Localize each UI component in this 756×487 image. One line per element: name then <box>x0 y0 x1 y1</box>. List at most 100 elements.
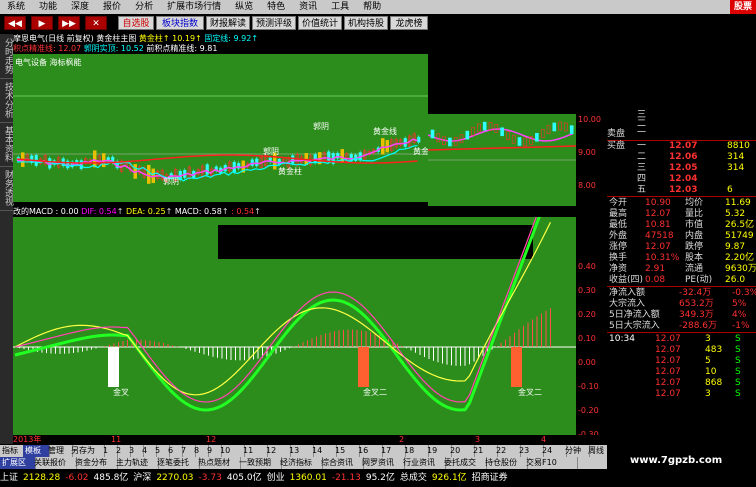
stat-label: 最高 <box>609 209 628 219</box>
macd-dif-value: DIF: 0.54 <box>81 207 117 216</box>
stat-label: 跌停 <box>685 242 704 252</box>
macd-axis: 0.400.300.200.100.00-0.10-0.20-0.30 <box>576 217 607 439</box>
menu-item-10[interactable]: 帮助 <box>356 0 388 14</box>
date-tick: 12 <box>206 435 217 444</box>
extension-tab-12[interactable]: 持仓股份 <box>483 457 528 469</box>
menu-item-1[interactable]: 功能 <box>32 0 64 14</box>
stat-label: 量比 <box>685 209 704 219</box>
nav-button-2[interactable]: ▶▶ <box>58 16 80 30</box>
menu-item-7[interactable]: 特色 <box>260 0 292 14</box>
extension-tab-3[interactable]: 主力轨迹 <box>114 457 159 469</box>
flow-row: 5日净流入额 349.3万 4% <box>607 310 756 321</box>
buy-level-row: 五 12.03 6 <box>607 185 756 196</box>
extension-tab-6[interactable]: 一致预期 <box>237 457 282 469</box>
macd-highlight-bar <box>358 347 369 387</box>
left-tab-3[interactable]: 财务透视 <box>0 166 13 211</box>
main-price-chart[interactable]: 电气设备 海标枫能郭阴郭阴郭阴黄金柱黄金柱黄金线 <box>13 34 437 202</box>
extension-tab-4[interactable]: 逐笔委托 <box>155 457 200 469</box>
flow-label: 大宗流入 <box>609 299 646 309</box>
chart-annotation-0: 郭阴 <box>263 146 279 156</box>
macd-cross-label-1: 金叉二 <box>363 387 387 397</box>
extension-tab-7[interactable]: 经济指标 <box>278 457 323 469</box>
toolbar: ◀◀ ▶ ▶▶ ✕ 自选股 板块指数 财报解读 预测评级 价值统计 机构持股 龙虎榜 <box>0 14 428 32</box>
macd-cross-label-0: 金叉 <box>113 387 129 397</box>
toolbar-tab-6[interactable]: 龙虎榜 <box>390 16 428 30</box>
left-tab-0[interactable]: 分时走势 <box>0 34 13 79</box>
extension-tab-5[interactable]: 热点题材 <box>196 457 241 469</box>
stat-label: 收益(四) <box>609 275 644 285</box>
tick-row: 10:34 12.07 3 S <box>607 334 756 345</box>
menu-item-4[interactable]: 分析 <box>128 0 160 14</box>
menu-item-6[interactable]: 纵览 <box>228 0 260 14</box>
stat-label: PE(动) <box>685 275 713 285</box>
gold-bar <box>147 164 151 184</box>
stat-value: 12.07 <box>645 209 671 219</box>
toolbar-tab-2[interactable]: 财报解读 <box>206 16 250 30</box>
menu-item-0[interactable]: 系统 <box>0 0 32 14</box>
divider <box>607 196 756 197</box>
tick-price: 12.07 <box>655 367 681 377</box>
extension-tab-10[interactable]: 行业资讯 <box>401 457 446 469</box>
index-amount-0: 485.8亿 <box>93 473 129 483</box>
macd-cross-label-2: 金叉二 <box>518 387 542 397</box>
left-tab-2[interactable]: 基本资料 <box>0 122 13 167</box>
left-tab-1[interactable]: 技术分析 <box>0 78 13 123</box>
tick-row: 12.07 5 S <box>607 356 756 367</box>
date-tick: 2 <box>399 435 405 444</box>
macd-highlight-bar <box>511 347 522 387</box>
index-value-0: 2128.28 <box>23 473 61 483</box>
stat-value: 51749 <box>725 231 754 241</box>
extension-tab-2[interactable]: 资金分布 <box>73 457 118 469</box>
macd-tick: 0.00 <box>578 358 596 367</box>
candle-body <box>255 158 259 167</box>
toolbar-tab-5[interactable]: 机构持股 <box>344 16 388 30</box>
macd-tick: -0.10 <box>578 382 599 391</box>
buy-level-row: 四 12.04 <box>607 174 756 185</box>
macd-tick: 0.30 <box>578 286 596 295</box>
nav-button-1[interactable]: ▶ <box>31 16 53 30</box>
toolbar-tab-3[interactable]: 预测评级 <box>252 16 296 30</box>
index-label-0: 上证 <box>0 473 19 483</box>
buy-level: 一 <box>637 141 647 151</box>
extension-tab-1[interactable]: 关联报价 <box>32 457 77 469</box>
stat-label: 流通 <box>685 264 704 274</box>
macd-chart-svg: 金叉 金叉二 金叉二 <box>13 178 576 412</box>
macd-overlay-box <box>218 225 533 259</box>
nav-button-0[interactable]: ◀◀ <box>4 16 26 30</box>
toolbar-tab-4[interactable]: 价值统计 <box>298 16 342 30</box>
index-label-4: 招商证券 <box>471 473 508 483</box>
toolbar-tab-0[interactable]: 自选股 <box>118 16 154 30</box>
price-tick: 10.00 <box>578 115 601 124</box>
menu-item-3[interactable]: 报价 <box>96 0 128 14</box>
extension-tab-9[interactable]: 网罗资讯 <box>360 457 405 469</box>
chart-background <box>13 54 428 202</box>
toolbar-tab-1[interactable]: 板块指数 <box>156 16 204 30</box>
sector-label: 电气设备 海标枫能 <box>15 57 82 67</box>
extension-tab-11[interactable]: 委托成交 <box>442 457 487 469</box>
buy-price: 12.07 <box>669 141 698 151</box>
macd-tick: 0.10 <box>578 334 596 343</box>
extension-tab-13[interactable]: 交易F10 <box>524 457 578 469</box>
menu-item-5[interactable]: 扩展市场行情 <box>160 0 228 14</box>
chart-annotation-3: 黄金柱 <box>278 166 302 176</box>
stat-value: 5.32 <box>725 209 746 219</box>
tick-volume: 10 <box>705 367 717 377</box>
extension-tab-0[interactable]: 扩展区 <box>0 457 36 469</box>
macd-panel[interactable]: 金叉 金叉二 金叉二 <box>13 178 576 435</box>
menu-item-9[interactable]: 工具 <box>324 0 356 14</box>
extension-tab-8[interactable]: 综合资讯 <box>319 457 364 469</box>
candle-body <box>291 155 295 164</box>
menu-item-2[interactable]: 深度 <box>64 0 96 14</box>
buy-volume: 8810 <box>727 141 750 151</box>
indicator-tab-3[interactable]: 另存为 <box>69 445 105 457</box>
candle-right <box>517 137 522 146</box>
stat-value: 11.69 <box>725 198 751 208</box>
index-amount-1: 405.0亿 <box>226 473 262 483</box>
stat-value: 10.31% <box>645 253 680 263</box>
menu-item-8[interactable]: 资讯 <box>292 0 324 14</box>
buy-price: 12.06 <box>669 152 698 162</box>
stat-value: 10.81 <box>645 220 671 230</box>
candle-right <box>465 130 470 140</box>
chart-annotation-1: 郭阴 <box>163 176 179 186</box>
nav-button-3[interactable]: ✕ <box>85 16 107 30</box>
